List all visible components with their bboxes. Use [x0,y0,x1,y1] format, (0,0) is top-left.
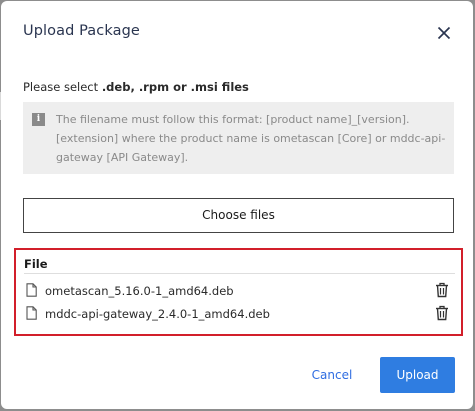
file-name: mddc-api-gateway_2.4.0-1_amd64.deb [45,307,270,321]
file-row: ometascan_5.16.0-1_amd64.deb [24,280,455,302]
selected-files-panel: File ometascan_5.16.0-1_amd64.deb mddc-a… [14,248,463,336]
close-button[interactable] [434,23,454,43]
info-text: The filename must follow this format: [p… [56,113,446,164]
document-icon [26,283,37,297]
trash-icon[interactable] [435,305,449,321]
file-header-divider [24,273,455,274]
close-icon [437,26,451,40]
upload-button[interactable]: Upload [380,357,455,393]
file-type-hint-prefix: Please select [23,80,102,94]
file-row: mddc-api-gateway_2.4.0-1_amd64.deb [24,303,455,325]
file-name: ometascan_5.16.0-1_amd64.deb [45,284,234,298]
file-type-hint-formats: .deb, .rpm or .msi files [101,80,249,94]
choose-files-button[interactable]: Choose files [23,198,454,233]
dialog-title: Upload Package [23,23,140,39]
file-type-hint: Please select .deb, .rpm or .msi files [23,80,249,94]
cancel-button[interactable]: Cancel [297,357,367,393]
upload-package-dialog: Upload Package Please select .deb, .rpm … [1,1,473,409]
filename-format-info: i The filename must follow this format: … [23,102,454,174]
trash-icon[interactable] [435,282,449,298]
info-icon: i [32,113,45,126]
file-column-header: File [24,257,48,271]
document-icon [26,306,37,320]
